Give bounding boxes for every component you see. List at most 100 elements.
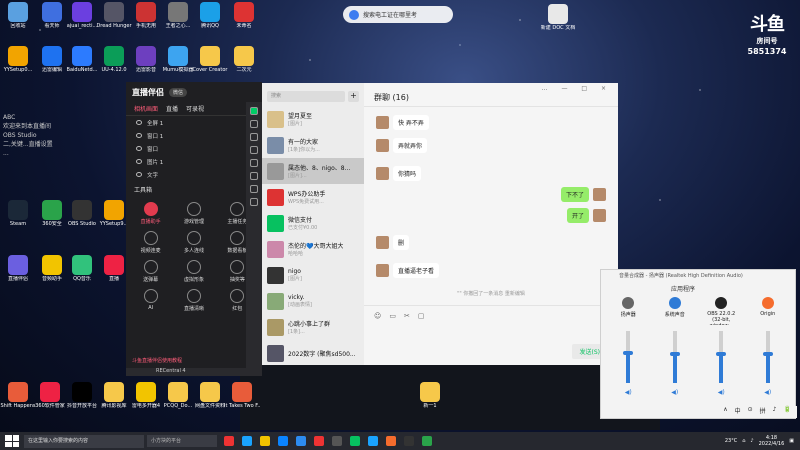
tool-button[interactable]: 送弹幕 [132,260,169,283]
tool-button[interactable]: 多人连线 [175,231,212,254]
live-badge[interactable]: 微信 [169,87,188,97]
scissors-icon[interactable]: ✂ [404,312,410,320]
tab-live[interactable]: 直播 [166,104,178,113]
volume-icon[interactable]: ♪ [750,438,753,444]
folder-icon[interactable] [250,146,258,154]
desktop-icon[interactable]: YYSetup0... [0,46,36,73]
speaker-icon[interactable]: ◀) [750,389,786,396]
taskbar-app-icon[interactable] [314,436,324,446]
tab-record[interactable]: 可录视 [186,104,204,113]
desktop-icon[interactable]: PCQQ_Do... [160,382,196,409]
layer-item[interactable]: 窗口 1 [126,129,262,142]
chat-item[interactable]: 微信支付 已支付¥0.00 [262,210,364,236]
desktop-icon[interactable]: Cover Creator [192,46,228,73]
tutorial-link[interactable]: 斗鱼直播伴侣使用教程 [132,357,182,364]
chart-icon[interactable] [250,172,258,180]
chat-item[interactable]: nigo [图片] [262,262,364,288]
globe-icon[interactable] [250,159,258,167]
tray-icon[interactable]: ♪ [773,406,777,418]
layer-item[interactable]: 全屏 1 [126,116,262,129]
share-icon[interactable] [250,198,258,206]
desktop-icon[interactable]: Mumu模拟器 [160,46,196,73]
desktop-icon[interactable]: 迅雷影音 [128,46,164,73]
desktop-icon[interactable]: 360软件管家 [32,382,68,409]
taskbar-app-icon[interactable] [278,436,288,446]
add-chat-button[interactable]: + [348,91,359,102]
chat-item[interactable]: 属态他、8、nigo、8... [图片]... [262,158,364,184]
message-input-area[interactable]: ☺ ▭ ✂ ▢ 发送(S) [364,305,618,365]
layer-item[interactable]: 图片 1 [126,155,262,168]
tool-button[interactable]: 直播助手 [132,202,169,225]
chat-item[interactable]: 心跳小事上了群 [1条]... [262,314,364,340]
tool-button[interactable]: 虚拟形象 [175,260,212,283]
toggle-icon[interactable] [250,107,258,115]
desktop-icon[interactable]: 抖音开放平台 [64,382,100,409]
desktop-icon[interactable]: 腾讯QQ [192,2,228,29]
eye-icon[interactable] [136,120,142,125]
desktop-icon[interactable]: 手机无用 [128,2,164,29]
tool-button[interactable]: 直播清晰 [175,289,212,312]
volume-slider[interactable] [716,331,727,383]
volume-knob[interactable] [669,352,680,357]
taskbar-task-pill[interactable]: 小方块的平台 [147,435,217,447]
eye-icon[interactable] [136,172,142,177]
recentral-bar[interactable]: RECentral 4 [126,368,262,376]
folder-icon[interactable]: ▭ [389,312,396,320]
notification-icon[interactable]: ▣ [789,438,794,444]
taskbar-app-icon[interactable] [422,436,432,446]
gear-icon[interactable] [250,185,258,193]
tray-icon[interactable]: 🔋 [784,406,791,418]
desktop-icon[interactable]: 网盘文件资料 [192,382,228,409]
tray-icon[interactable]: ∧ [723,406,727,418]
tray-icon[interactable]: 中 [735,406,741,418]
chat-item[interactable]: 有一的大家 [1条]你以为... [262,132,364,158]
gift-icon[interactable] [250,133,258,141]
desktop-icon[interactable]: UU-4.12.0 [96,46,132,73]
desktop-icon[interactable]: ajuai_recti... [64,2,100,29]
volume-slider[interactable] [669,331,680,383]
taskbar-search-input[interactable]: 在这里输入你要搜索的内容 [24,434,144,448]
desktop-search-pill[interactable]: 搜索电工证在哪里考 [343,6,453,23]
user-icon[interactable] [250,120,258,128]
tool-button[interactable]: AI [132,289,169,312]
desktop-icon[interactable]: 雷电多开器4 [128,382,164,409]
volume-knob[interactable] [762,352,773,357]
tray-icon[interactable]: 拼 [760,406,766,418]
tab-camera[interactable]: 相机画面 [134,104,158,113]
taskbar-app-icon[interactable] [242,436,252,446]
speaker-icon[interactable]: ◀) [610,389,646,396]
chat-search-input[interactable]: 搜索 [267,91,345,102]
volume-knob[interactable] [716,352,727,357]
desktop-icon[interactable]: 回收站 [0,2,36,29]
desktop-icon[interactable]: 腾讯影视库 [96,382,132,409]
taskbar-app-icon[interactable] [224,436,234,446]
tool-button[interactable]: 视频连麦 [132,231,169,254]
volume-slider[interactable] [623,331,634,383]
volume-slider[interactable] [762,331,773,383]
chat-item[interactable]: WPS办公助手 WPS免费试用... [262,184,364,210]
clock[interactable]: 4:18 2022/4/16 [759,435,785,447]
desktop-icon[interactable]: Dread Hunger [96,2,132,29]
desktop-icon[interactable]: 未命名 [226,2,262,29]
speaker-icon[interactable]: ◀) [657,389,693,396]
window-controls[interactable]: … — □ × [542,85,612,92]
eye-icon[interactable] [136,159,142,164]
taskbar-app-icon[interactable] [350,436,360,446]
desktop-icon[interactable]: It Takes Two F... [224,382,260,409]
taskbar-app-icon[interactable] [404,436,414,446]
taskbar-app-icon[interactable] [368,436,378,446]
chat-history-icon[interactable]: ▢ [418,312,425,320]
eye-icon[interactable] [136,133,142,138]
emoji-icon[interactable]: ☺ [374,312,381,320]
taskbar-app-icon[interactable] [260,436,270,446]
network-icon[interactable]: ⌂ [742,438,745,444]
layer-item[interactable]: 窗口 [126,142,262,155]
desktop-icon[interactable]: 二次元 [226,46,262,73]
volume-knob[interactable] [623,350,634,355]
speaker-icon[interactable]: ◀) [703,389,739,396]
desktop-icon[interactable]: Shift Happens [0,382,36,409]
chat-item[interactable]: 2022数字 (聚焦sd500... [262,340,364,366]
desktop-icon[interactable]: 王者之心... [160,2,196,29]
tray-icon[interactable]: ⊙ [748,406,753,418]
taskbar-app-icon[interactable] [386,436,396,446]
